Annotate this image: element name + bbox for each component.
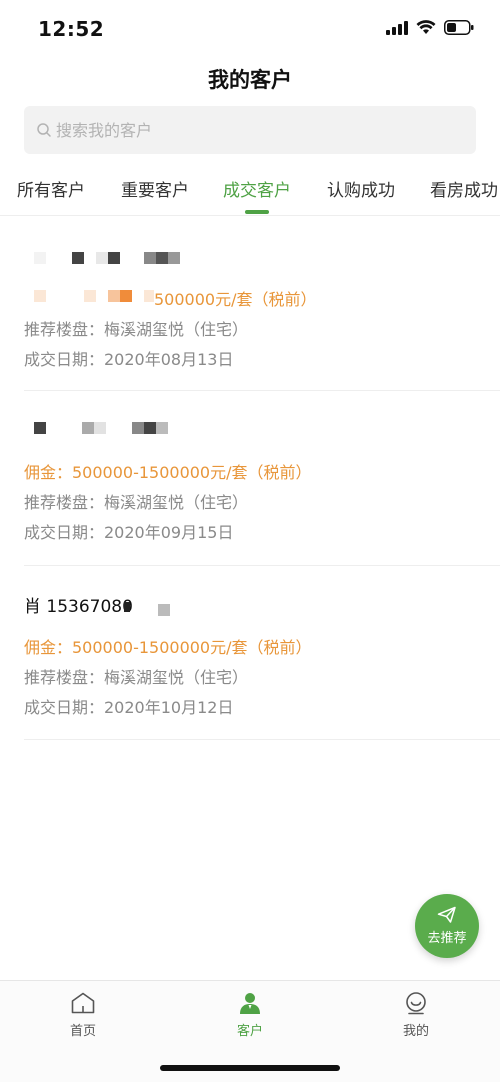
tab-active-indicator — [245, 210, 269, 214]
user-icon — [240, 993, 260, 1014]
redacted-phone-mosaic — [124, 602, 170, 616]
status-icons — [386, 20, 474, 35]
battery-icon — [444, 20, 474, 35]
home-icon — [71, 992, 95, 1014]
signal-icon — [386, 20, 408, 35]
project-text: 推荐楼盘：梅溪湖玺悦（住宅） — [24, 668, 249, 687]
search-input[interactable] — [56, 120, 456, 140]
commission-text: 佣金：500000-1500000元/套（税前） — [24, 463, 312, 482]
search-icon — [37, 123, 51, 137]
tab-subscribed[interactable]: 认购成功 — [327, 176, 395, 201]
customer-card[interactable]: 500000元/套（税前） 推荐楼盘：梅溪湖玺悦（住宅） 成交日期：2020年0… — [24, 217, 500, 391]
search-bar[interactable] — [24, 106, 476, 154]
tabbar-label-mine: 我的 — [402, 1024, 429, 1039]
tabbar-item-customers[interactable]: 客户 — [210, 991, 290, 1039]
recommend-button[interactable]: 去推荐 — [415, 894, 479, 958]
project-text: 推荐楼盘：梅溪湖玺悦（住宅） — [24, 320, 249, 339]
date-text: 成交日期：2020年10月12日 — [24, 698, 234, 717]
send-icon — [437, 906, 456, 923]
tabbar-label-customers: 客户 — [236, 1024, 263, 1039]
home-indicator — [160, 1065, 340, 1071]
date-text: 成交日期：2020年09月15日 — [24, 523, 234, 542]
commission-text: 佣金：500000-1500000元/套（税前） — [24, 638, 312, 657]
project-text: 推荐楼盘：梅溪湖玺悦（住宅） — [24, 493, 249, 512]
tab-viewed[interactable]: 看房成功 — [430, 176, 498, 201]
status-time: 12:52 — [38, 17, 105, 41]
commission-text: 500000元/套（税前） — [154, 290, 317, 309]
recommend-button-label: 去推荐 — [427, 931, 467, 946]
date-text: 成交日期：2020年08月13日 — [24, 350, 234, 369]
tab-all-customers[interactable]: 所有客户 — [17, 176, 85, 201]
wifi-icon — [416, 20, 436, 34]
redacted-label-mosaic — [34, 290, 154, 302]
customer-card[interactable]: 肖 15367080 佣金：500000-1500000元/套（税前） 推荐楼盘… — [24, 566, 500, 740]
customer-card[interactable]: 佣金：500000-1500000元/套（税前） 推荐楼盘：梅溪湖玺悦（住宅） … — [24, 391, 500, 566]
tabbar-item-mine[interactable]: 我的 — [376, 991, 456, 1039]
tabbar-label-home: 首页 — [69, 1024, 96, 1039]
tab-important-customers[interactable]: 重要客户 — [121, 176, 189, 201]
tab-closed-customers[interactable]: 成交客户 — [223, 176, 291, 201]
face-icon — [406, 992, 426, 1015]
status-bar: 12:52 — [0, 0, 500, 58]
customer-tabs: 所有客户 重要客户 成交客户 认购成功 看房成功 — [0, 160, 500, 216]
customer-name: 肖 15367080 — [24, 597, 133, 617]
page-title: 我的客户 — [208, 68, 292, 92]
redacted-name-mosaic — [34, 252, 180, 264]
tabbar-item-home[interactable]: 首页 — [43, 991, 123, 1039]
redacted-name-mosaic — [34, 422, 168, 434]
